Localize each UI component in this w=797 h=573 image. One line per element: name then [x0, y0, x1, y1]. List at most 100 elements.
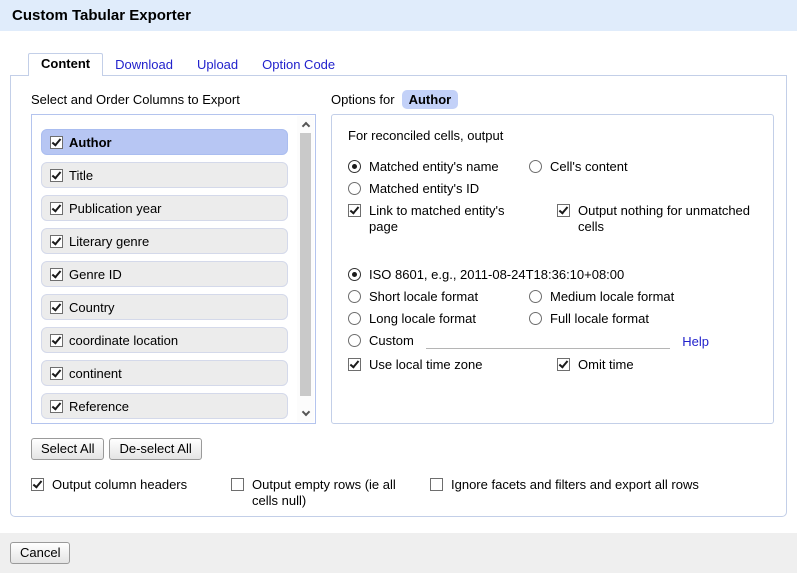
- dialog-header: Custom Tabular Exporter: [0, 0, 797, 31]
- column-item[interactable]: Title: [41, 162, 288, 188]
- tab-content[interactable]: Content: [28, 53, 103, 76]
- dialog-footer: Cancel: [0, 533, 797, 573]
- column-item[interactable]: coordinate location: [41, 327, 288, 353]
- help-link[interactable]: Help: [682, 334, 709, 349]
- output-empty-rows-label: Output empty rows (ie all cells null): [252, 477, 410, 509]
- custom-format-radio[interactable]: [348, 334, 361, 347]
- column-checkbox[interactable]: [50, 202, 63, 215]
- check-output-empty-rows[interactable]: Output empty rows (ie all cells null): [231, 477, 430, 509]
- check-local-time-zone[interactable]: Use local time zone: [348, 357, 529, 373]
- link-to-page-checkbox[interactable]: [348, 204, 361, 217]
- output-nothing-checkbox[interactable]: [557, 204, 570, 217]
- column-checkbox[interactable]: [50, 235, 63, 248]
- full-locale-radio[interactable]: [529, 312, 542, 325]
- long-locale-radio[interactable]: [348, 312, 361, 325]
- column-checkbox[interactable]: [50, 169, 63, 182]
- radio-short-locale[interactable]: Short locale format: [348, 289, 529, 305]
- column-item[interactable]: Country: [41, 294, 288, 320]
- scroll-up-button[interactable]: [297, 116, 314, 132]
- medium-locale-label: Medium locale format: [550, 289, 674, 305]
- radio-cells-content[interactable]: Cell's content: [529, 159, 757, 175]
- ignore-facets-checkbox[interactable]: [430, 478, 443, 491]
- column-item[interactable]: Literary genre: [41, 228, 288, 254]
- short-locale-label: Short locale format: [369, 289, 478, 305]
- options-box: For reconciled cells, output Matched ent…: [331, 114, 774, 424]
- output-nothing-label: Output nothing for unmatched cells: [578, 203, 757, 235]
- column-listbox: Author Title Publication year Literary g…: [31, 114, 316, 424]
- column-label: Genre ID: [69, 267, 122, 282]
- column-label: coordinate location: [69, 333, 178, 348]
- scroll-down-button[interactable]: [297, 406, 314, 422]
- column-item[interactable]: Author: [41, 129, 288, 155]
- tab-option-code[interactable]: Option Code: [250, 55, 347, 75]
- column-checkbox[interactable]: [50, 268, 63, 281]
- column-list: Author Title Publication year Literary g…: [41, 129, 288, 419]
- reconciled-group-heading: For reconciled cells, output: [348, 128, 757, 143]
- short-locale-radio[interactable]: [348, 290, 361, 303]
- radio-long-locale[interactable]: Long locale format: [348, 311, 529, 327]
- local-time-zone-checkbox[interactable]: [348, 358, 361, 371]
- columns-section: Select and Order Columns to Export Autho…: [31, 84, 316, 460]
- deselect-all-button[interactable]: De-select All: [109, 438, 201, 460]
- matched-entity-id-label: Matched entity's ID: [369, 181, 479, 197]
- output-column-headers-checkbox[interactable]: [31, 478, 44, 491]
- selected-column-badge: Author: [402, 90, 459, 109]
- radio-medium-locale[interactable]: Medium locale format: [529, 289, 757, 305]
- omit-time-checkbox[interactable]: [557, 358, 570, 371]
- iso-8601-label: ISO 8601, e.g., 2011-08-24T18:36:10+08:0…: [369, 267, 624, 283]
- column-checkbox[interactable]: [50, 334, 63, 347]
- long-locale-label: Long locale format: [369, 311, 476, 327]
- columns-heading: Select and Order Columns to Export: [31, 92, 240, 107]
- check-omit-time[interactable]: Omit time: [557, 357, 757, 373]
- options-section: Options for Author For reconciled cells,…: [331, 84, 774, 460]
- check-output-nothing[interactable]: Output nothing for unmatched cells: [557, 203, 757, 235]
- column-label: Title: [69, 168, 93, 183]
- column-label: continent: [69, 366, 122, 381]
- column-item[interactable]: Publication year: [41, 195, 288, 221]
- radio-matched-entity-name[interactable]: Matched entity's name: [348, 159, 529, 175]
- column-checkbox[interactable]: [50, 136, 63, 149]
- check-link-to-page[interactable]: Link to matched entity's page: [348, 203, 529, 235]
- omit-time-label: Omit time: [578, 357, 634, 373]
- cells-content-radio[interactable]: [529, 160, 542, 173]
- column-item[interactable]: Reference: [41, 393, 288, 419]
- link-to-page-label: Link to matched entity's page: [369, 203, 529, 235]
- column-item[interactable]: continent: [41, 360, 288, 386]
- column-label: Reference: [69, 399, 129, 414]
- iso-8601-radio[interactable]: [348, 268, 361, 281]
- matched-entity-id-radio[interactable]: [348, 182, 361, 195]
- medium-locale-radio[interactable]: [529, 290, 542, 303]
- radio-matched-entity-id[interactable]: Matched entity's ID: [348, 181, 529, 197]
- tab-download[interactable]: Download: [103, 55, 185, 75]
- options-heading-prefix: Options for: [331, 92, 395, 107]
- column-checkbox[interactable]: [50, 400, 63, 413]
- tab-upload[interactable]: Upload: [185, 55, 250, 75]
- matched-entity-name-radio[interactable]: [348, 160, 361, 173]
- chevron-down-icon: [301, 408, 309, 416]
- custom-format-input[interactable]: [426, 334, 670, 349]
- full-locale-label: Full locale format: [550, 311, 649, 327]
- tab-strip: Content Download Upload Option Code: [10, 55, 787, 76]
- check-ignore-facets[interactable]: Ignore facets and filters and export all…: [430, 477, 774, 493]
- column-label: Publication year: [69, 201, 162, 216]
- chevron-up-icon: [301, 122, 309, 130]
- radio-custom-format[interactable]: Custom: [348, 333, 414, 349]
- column-label: Literary genre: [69, 234, 149, 249]
- output-column-headers-label: Output column headers: [52, 477, 187, 493]
- content-tab-panel: Select and Order Columns to Export Autho…: [10, 76, 787, 517]
- listbox-scrollbar[interactable]: [297, 116, 314, 422]
- column-checkbox[interactable]: [50, 301, 63, 314]
- radio-iso-8601[interactable]: ISO 8601, e.g., 2011-08-24T18:36:10+08:0…: [348, 267, 624, 283]
- output-empty-rows-checkbox[interactable]: [231, 478, 244, 491]
- dialog-title: Custom Tabular Exporter: [12, 7, 191, 24]
- column-checkbox[interactable]: [50, 367, 63, 380]
- cancel-button[interactable]: Cancel: [10, 542, 70, 564]
- radio-full-locale[interactable]: Full locale format: [529, 311, 757, 327]
- column-item[interactable]: Genre ID: [41, 261, 288, 287]
- select-all-button[interactable]: Select All: [31, 438, 104, 460]
- scrollbar-thumb[interactable]: [300, 133, 311, 396]
- matched-entity-name-label: Matched entity's name: [369, 159, 499, 175]
- custom-format-label: Custom: [369, 333, 414, 349]
- check-output-column-headers[interactable]: Output column headers: [31, 477, 231, 493]
- column-label: Country: [69, 300, 115, 315]
